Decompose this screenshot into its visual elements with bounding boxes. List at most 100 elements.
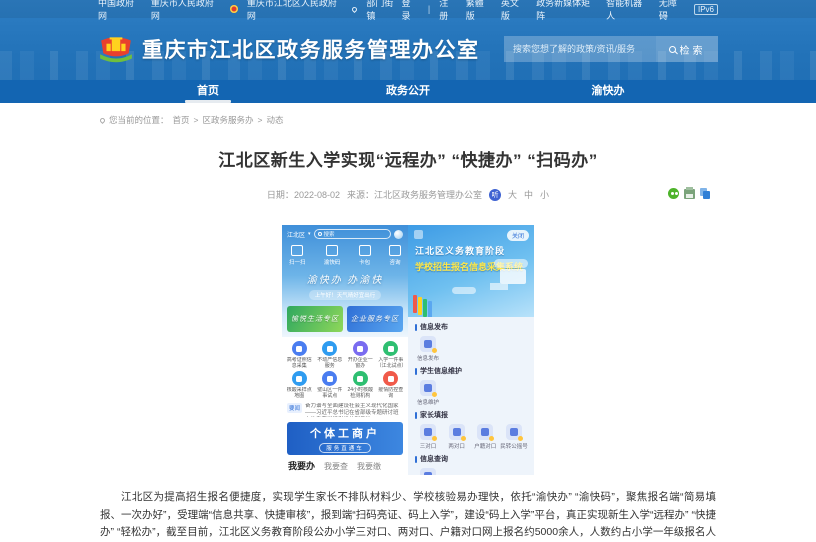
nav-tab-gov-info[interactable]: 政务公开 (308, 80, 508, 103)
app-service-item: 高考证照信息采集 (284, 341, 315, 369)
service-icon (322, 371, 337, 386)
service-icon (292, 341, 307, 356)
text-to-speech-icon[interactable]: 听 (489, 189, 501, 201)
search-icon (318, 232, 322, 236)
ipv6-badge: IPv6 (694, 4, 718, 15)
main-nav: 首页 政务公开 渝快办 (0, 80, 816, 103)
article-title: 江北区新生入学实现“远程办” “快捷办” “扫码办” (100, 146, 716, 171)
scan-icon (291, 245, 303, 256)
app-quick-consult: 咨询 (389, 245, 401, 266)
national-emblem-icon (230, 5, 238, 13)
portal-section-student-info: 学生信息维护 信息维护 (415, 366, 527, 406)
yukuaiban-app-screenshot: 江北区 ▾ 搜索 扫一扫 渝快码 (282, 225, 408, 475)
laptop-illustration (500, 269, 526, 284)
news-text: 奋力谱写全面建设社会主义现代化国家——习近平总书记在省部级专题研讨班上的重要讲话… (305, 403, 403, 417)
app-zone-business: 企业服务专区 (347, 306, 403, 332)
app-quick-scan: 扫一扫 (289, 245, 306, 266)
portal-section-publish: 信息发布 信息发布 (415, 322, 527, 362)
portal-entry: 三对口 (415, 424, 441, 450)
service-icon (292, 371, 307, 386)
app-zone-life: 愉悦生活专区 (287, 306, 343, 332)
site-search: 检索 (504, 36, 718, 62)
font-size-small[interactable]: 小 (540, 188, 549, 201)
news-tag: 要闻 (287, 403, 302, 413)
app-tabs: 我要办 我要查 我要缴 (282, 455, 408, 473)
search-button[interactable]: 检索 (656, 36, 718, 62)
article-meta: 日期：2022-08-02 来源：江北区政务服务管理办公室 听 大 中 小 (100, 188, 716, 202)
breadcrumb-pin-icon (99, 116, 106, 123)
document-icon (420, 336, 436, 352)
portal-logo-icon (414, 230, 423, 239)
article-image[interactable]: 江北区 ▾ 搜索 扫一扫 渝快码 (282, 225, 534, 475)
id-card-icon (477, 424, 493, 440)
service-icon (383, 341, 398, 356)
location-pin-icon (351, 5, 358, 12)
app-promo-banner: 个体工商户 服务直通车 (287, 422, 403, 455)
portal-entry: 户籍对口 (472, 424, 498, 450)
portal-entry: 民转公摇号 (501, 424, 527, 450)
app-tab-query: 我要查 (324, 461, 348, 472)
app-search-placeholder: 搜索 (324, 230, 335, 238)
wechat-share-icon[interactable] (668, 188, 679, 199)
portal-entry: 信息发布 (415, 336, 441, 362)
breadcrumb-home[interactable]: 首页 (173, 114, 190, 126)
breadcrumb-separator: > (194, 115, 199, 125)
app-service-item: 开办企业一窗办 (345, 341, 376, 369)
divider: | (428, 4, 430, 14)
portal-entry: 两对口 (444, 424, 470, 450)
article-body: 江北区为提高招生报名便捷度，实现学生家长不排队材料少、学校核验易办理快，依托“渝… (100, 489, 716, 542)
app-tab-apply: 我要办 (288, 459, 315, 472)
service-icon (353, 341, 368, 356)
service-icon (353, 371, 368, 386)
enrollment-portal-screenshot: 关闭 江北区义务教育阶段 学校招生报名信息采集系统 信息发布 信息发布 (408, 225, 534, 475)
app-service-item: 疫情防控查询 (376, 371, 407, 399)
ticket-icon (506, 424, 522, 440)
print-icon[interactable] (684, 189, 695, 199)
portal-entry: 信息维护 (415, 380, 441, 406)
app-header: 江北区 ▾ 搜索 扫一扫 渝快码 (282, 225, 408, 337)
font-size-large[interactable]: 大 (508, 188, 517, 201)
app-region-selector: 江北区 (287, 230, 305, 239)
app-news-ticker: 要闻 奋力谱写全面建设社会主义现代化国家——习近平总书记在省部级专题研讨班上的重… (282, 401, 408, 419)
app-slogan: 渝快办 办渝快 (287, 271, 403, 286)
app-service-grid: 高考证照信息采集 不动产信息服务 开办企业一窗办 入学一件事（江北试点） 核酸采… (282, 337, 408, 401)
font-size-medium[interactable]: 中 (524, 188, 533, 201)
portal-entry: 信息查询 (415, 468, 441, 475)
app-tab-pay: 我要缴 (357, 461, 381, 472)
breadcrumb-prefix: 您当前的位置： (109, 114, 169, 126)
copy-icon[interactable] (700, 188, 710, 199)
nav-tab-home[interactable]: 首页 (108, 80, 308, 103)
form-icon (449, 424, 465, 440)
shield-icon (420, 424, 436, 440)
utility-bar: 中国政府网 重庆市人民政府网 重庆市江北区人民政府网 部门街镇 登录 | 注册 … (0, 0, 816, 18)
article-date: 日期：2022-08-02 (267, 188, 340, 201)
close-button: 关闭 (507, 230, 529, 241)
share-toolbar (668, 188, 710, 199)
breadcrumb-dept[interactable]: 区政务服务办 (203, 114, 254, 126)
app-search-bar: 搜索 (314, 229, 391, 239)
app-service-item: 24小时核酸检测机构 (345, 371, 376, 399)
app-service-item: 入学一件事（江北试点） (376, 341, 407, 369)
breadcrumb-separator: > (258, 115, 263, 125)
search-icon (669, 46, 676, 53)
portal-title-line1: 江北区义务教育阶段 (415, 244, 527, 257)
edit-icon (420, 380, 436, 396)
app-service-item: 不动产信息服务 (315, 341, 346, 369)
site-brand[interactable]: 重庆市江北区政务服务管理办公室 (98, 33, 480, 65)
app-service-item: 璧山区一件事试点 (315, 371, 346, 399)
portal-banner: 关闭 江北区义务教育阶段 学校招生报名信息采集系统 (408, 225, 534, 317)
service-icon (322, 341, 337, 356)
portal-section-query: 信息查询 信息查询 (415, 454, 527, 475)
books-illustration (413, 295, 417, 313)
breadcrumb-news[interactable]: 动态 (266, 114, 283, 126)
nav-tab-yukuaiban[interactable]: 渝快办 (508, 80, 708, 103)
article-source: 来源：江北区政务服务管理办公室 (347, 188, 482, 201)
breadcrumb: 您当前的位置： 首页 > 区政务服务办 > 动态 (100, 114, 716, 126)
portal-section-parent-fill: 家长填报 三对口 两对口 户籍对口 (415, 410, 527, 450)
search-input[interactable] (504, 36, 656, 62)
site-logo-icon (98, 33, 134, 65)
avatar (394, 230, 403, 239)
site-header: 中国政府网 重庆市人民政府网 重庆市江北区人民政府网 部门街镇 登录 | 注册 … (0, 0, 816, 103)
site-title: 重庆市江北区政务服务管理办公室 (142, 34, 480, 64)
card-wallet-icon (359, 245, 371, 256)
